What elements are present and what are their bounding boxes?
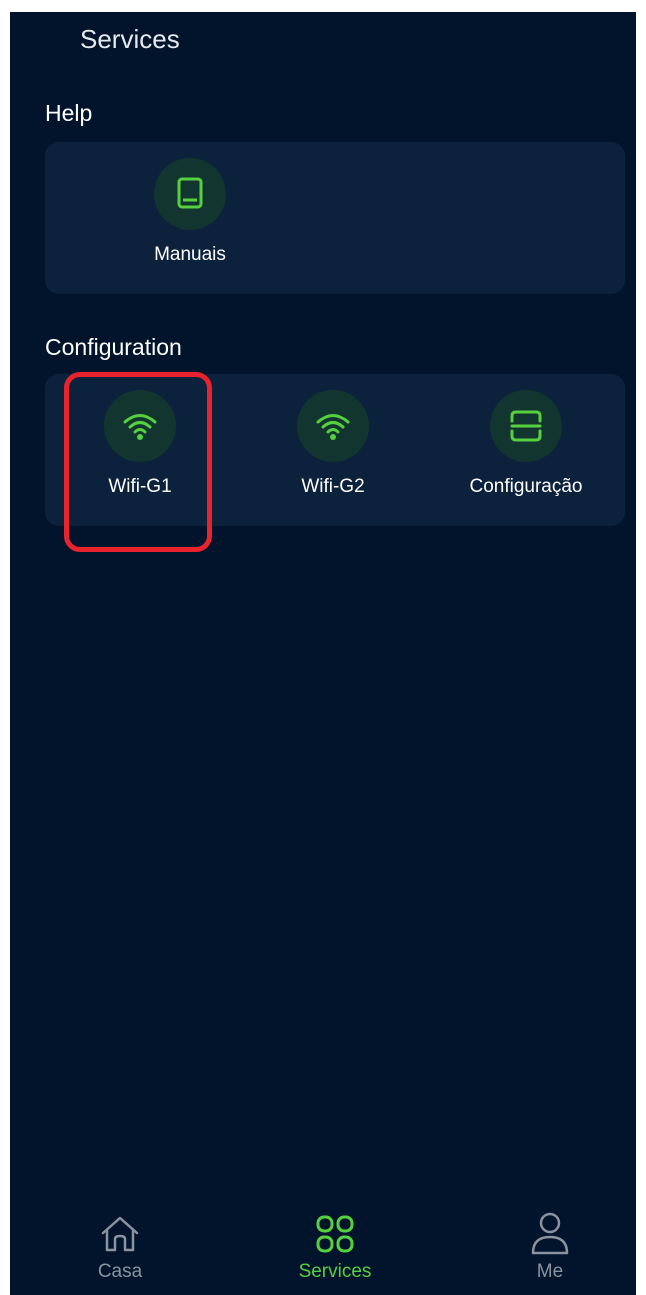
configuracao-icon-circle	[490, 390, 562, 462]
nav-item-services[interactable]: Services	[255, 1205, 415, 1283]
configuracao-tile[interactable]: Configuração	[431, 390, 621, 498]
configuracao-label: Configuração	[469, 476, 583, 497]
wifi-g2-icon-circle	[297, 390, 369, 462]
nav-label-services: Services	[298, 1261, 372, 1282]
help-section-title: Help	[45, 100, 93, 126]
manuais-label: Manuais	[154, 244, 226, 265]
home-icon	[101, 1216, 139, 1252]
grid-icon	[316, 1215, 354, 1253]
bottom-nav: Casa Services Me	[10, 1205, 636, 1295]
manuais-icon-circle	[154, 158, 226, 230]
wifi-g2-label: Wifi-G2	[301, 476, 365, 497]
wifi-icon	[316, 414, 350, 440]
page-title: Services	[80, 24, 180, 54]
highlight-box	[64, 372, 212, 552]
configuration-section-title: Configuration	[45, 334, 182, 360]
services-screen: Services Help Manuais Configuration Wifi…	[10, 12, 636, 1295]
manuais-tile[interactable]: Manuais	[95, 158, 285, 266]
scan-icon	[510, 410, 542, 442]
nav-label-me: Me	[536, 1261, 564, 1282]
nav-item-me[interactable]: Me	[470, 1205, 630, 1283]
nav-item-casa[interactable]: Casa	[40, 1205, 200, 1283]
book-icon	[177, 177, 203, 209]
user-icon	[531, 1212, 569, 1255]
help-card: Manuais	[45, 142, 625, 294]
nav-label-casa: Casa	[97, 1261, 143, 1282]
wifi-g2-tile[interactable]: Wifi-G2	[238, 390, 428, 498]
